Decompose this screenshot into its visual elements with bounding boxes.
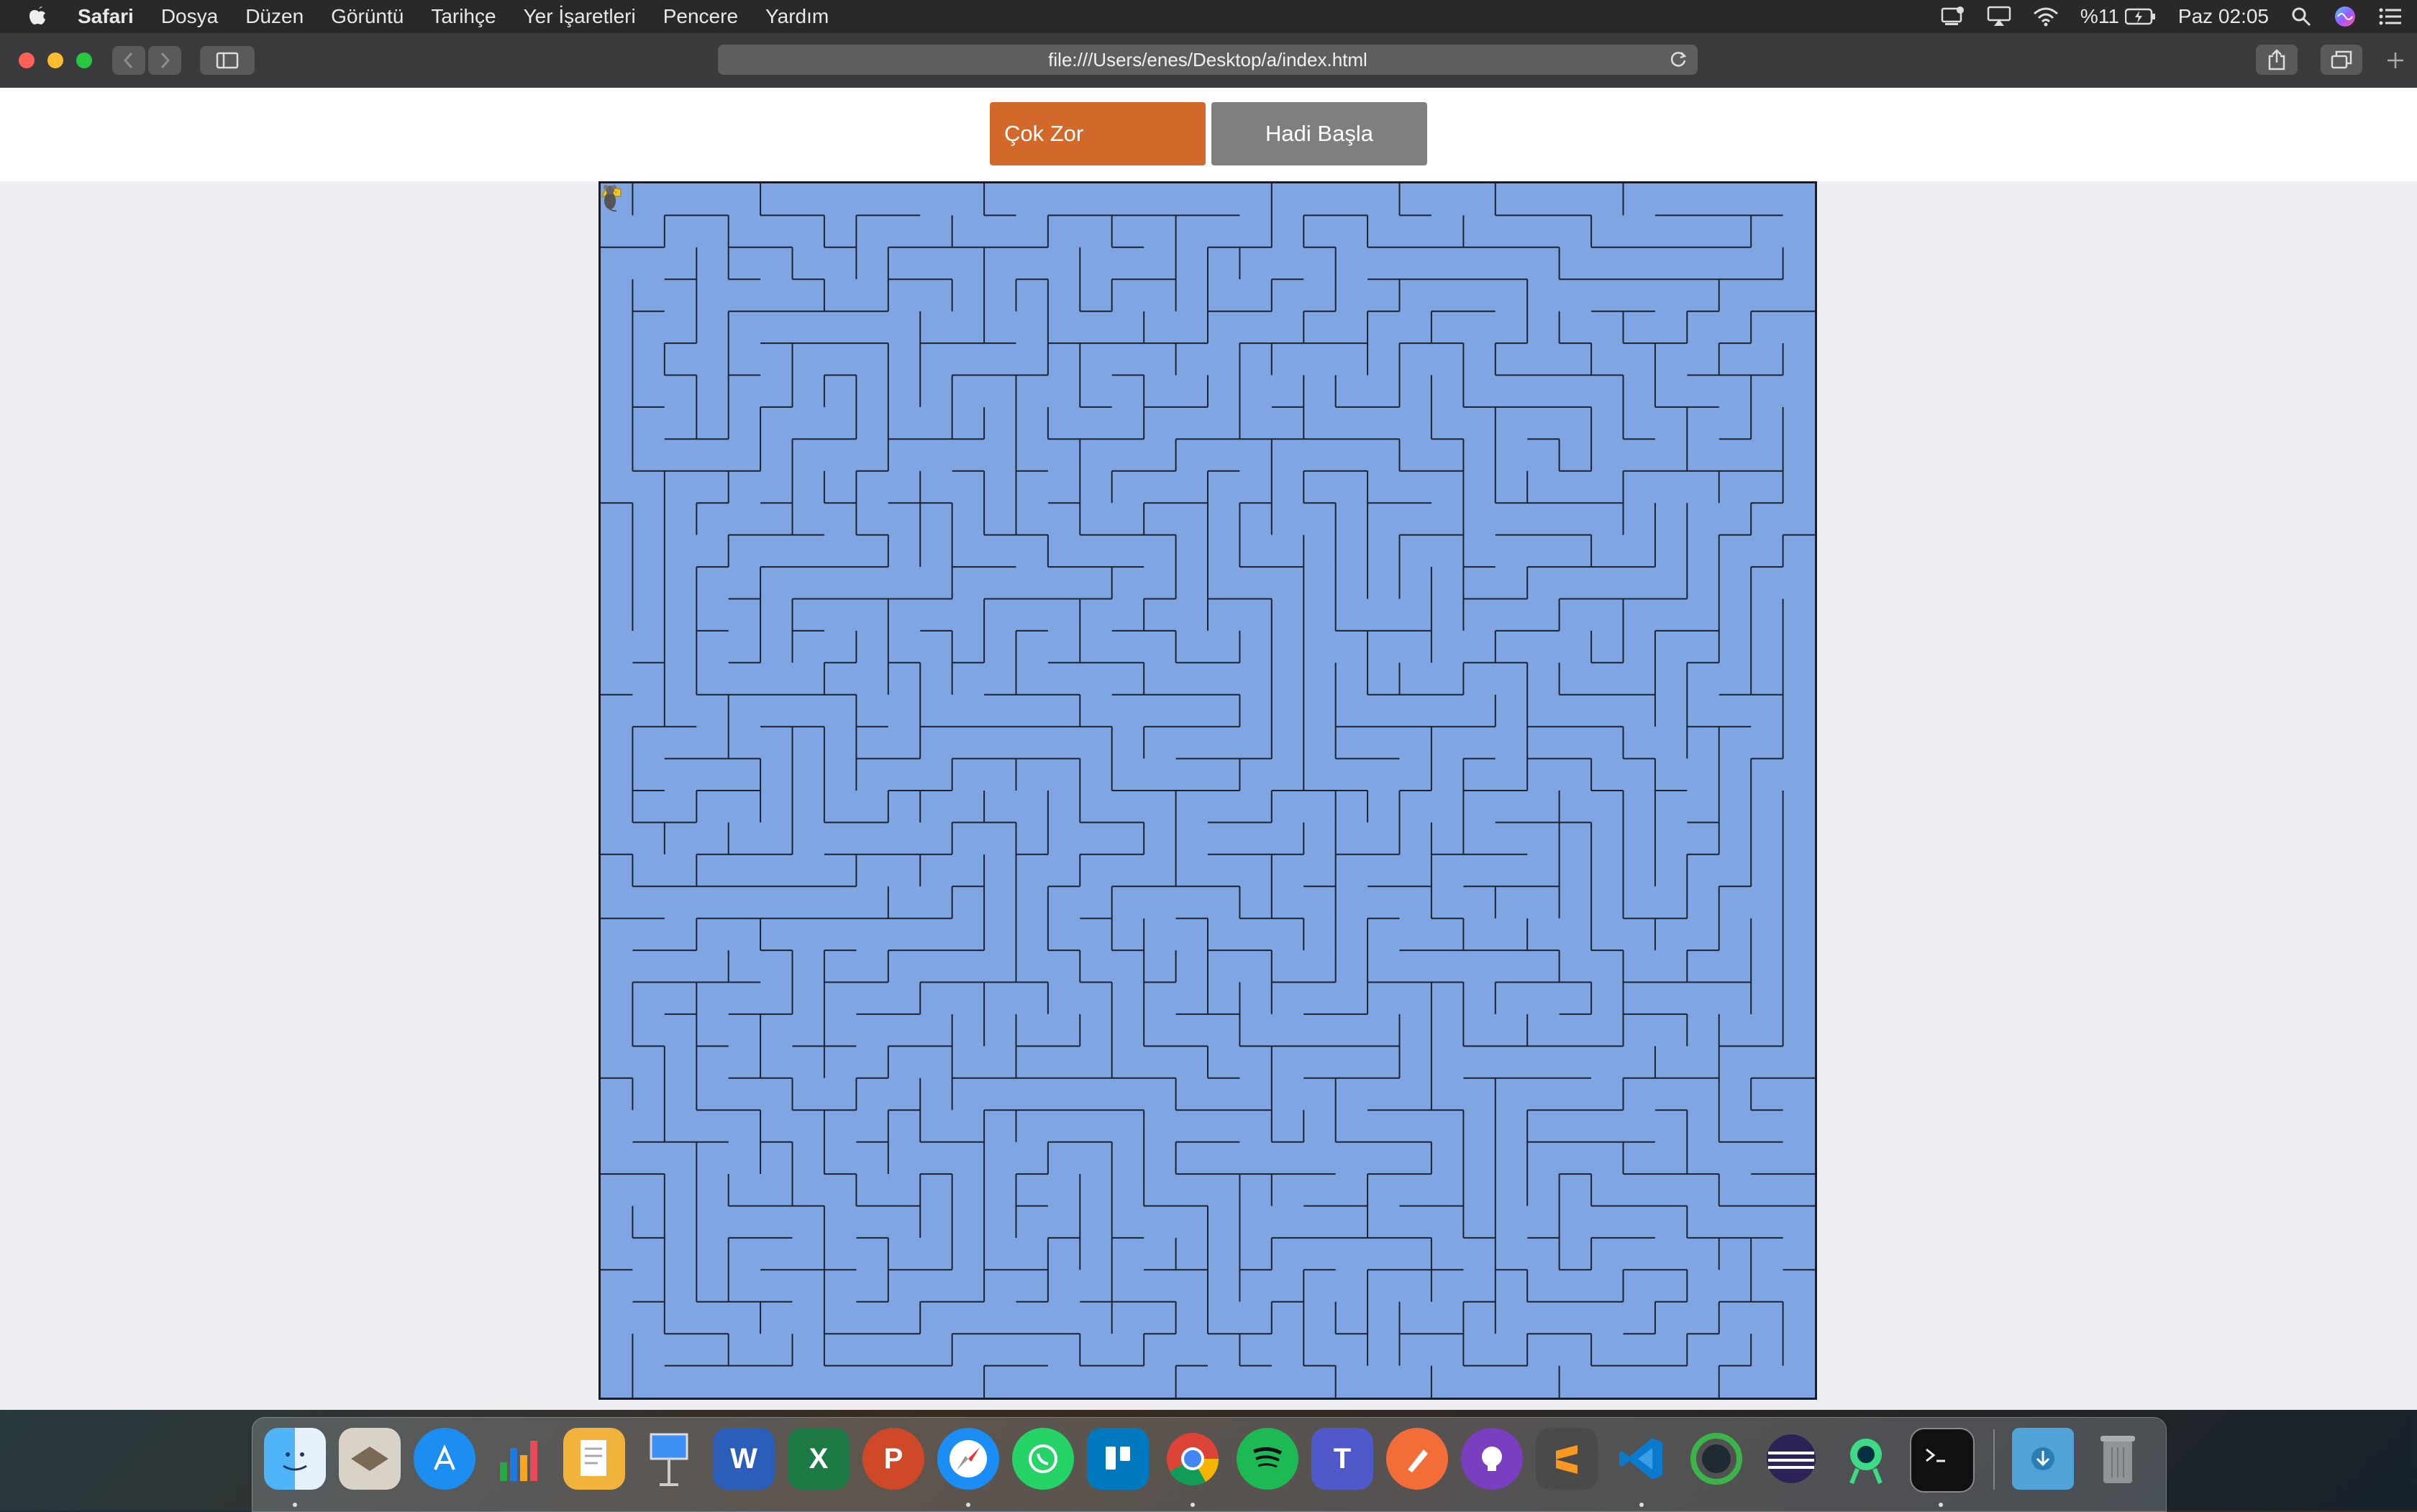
sublime-text-icon[interactable]	[1536, 1428, 1598, 1490]
difficulty-label: Çok Zor	[1004, 121, 1084, 146]
url-text: file:///Users/enes/Desktop/a/index.html	[1048, 48, 1367, 70]
clock[interactable]: Paz 02:05	[2178, 5, 2269, 28]
zoom-window-button[interactable]	[76, 53, 92, 68]
numbers-icon[interactable]	[488, 1428, 550, 1490]
dock-separator	[1993, 1429, 1995, 1490]
running-indicator	[1939, 1503, 1943, 1507]
menu-bar: Safari Dosya Düzen Görüntü Tarihçe Yer İ…	[0, 0, 2417, 33]
mail-icon[interactable]	[339, 1428, 401, 1490]
running-indicator	[1191, 1503, 1195, 1507]
vscode-icon[interactable]	[1611, 1428, 1672, 1490]
finder-icon[interactable]	[264, 1428, 326, 1490]
forward-button[interactable]	[148, 46, 181, 75]
sidebar-button[interactable]	[200, 46, 255, 75]
start-button[interactable]: Hadi Başla	[1211, 102, 1427, 165]
web-page: Çok Zor Hadi Başla	[0, 88, 2417, 1410]
reload-icon[interactable]	[1669, 50, 1688, 69]
battery-icon[interactable]	[2124, 8, 2157, 25]
menu-pencere[interactable]: Pencere	[663, 5, 738, 28]
close-window-button[interactable]	[19, 53, 35, 68]
running-indicator	[293, 1503, 297, 1507]
apple-icon[interactable]	[27, 4, 49, 27]
trello-icon[interactable]	[1087, 1428, 1149, 1490]
difficulty-button[interactable]: Çok Zor	[990, 102, 1206, 165]
start-label: Hadi Başla	[1265, 121, 1373, 146]
address-bar[interactable]: file:///Users/enes/Desktop/a/index.html	[718, 45, 1698, 75]
android-studio-icon[interactable]	[1685, 1428, 1747, 1490]
safari-icon[interactable]	[937, 1428, 999, 1490]
safari-window: file:///Users/enes/Desktop/a/index.html …	[0, 33, 2417, 1410]
menu-tarihce[interactable]: Tarihçe	[431, 5, 496, 28]
battery-percent: %11	[2080, 5, 2119, 27]
maze-walls	[601, 183, 1815, 1398]
controls-bar	[0, 88, 2417, 181]
airplay-icon[interactable]	[1987, 6, 2011, 27]
notification-icon[interactable]	[1941, 6, 1965, 27]
dock: W X P T	[252, 1417, 2167, 1512]
word-icon[interactable]: W	[713, 1428, 775, 1490]
notification-center-icon[interactable]	[2378, 6, 2403, 27]
tab-overview-button[interactable]	[2321, 45, 2362, 75]
paw-icon[interactable]	[1386, 1428, 1448, 1490]
minimize-window-button[interactable]	[47, 53, 63, 68]
siri-icon[interactable]	[2334, 5, 2357, 28]
menu-yer-isaretleri[interactable]: Yer İşaretleri	[524, 5, 636, 28]
teams-icon[interactable]: T	[1311, 1428, 1373, 1490]
sidebar-icon	[216, 52, 239, 69]
chevron-left-icon	[123, 52, 133, 69]
tabs-icon	[2331, 50, 2352, 69]
excel-icon[interactable]: X	[788, 1428, 850, 1490]
eclipse-icon[interactable]	[1760, 1428, 1822, 1490]
chrome-icon[interactable]	[1162, 1428, 1224, 1490]
android-studio-alt-icon[interactable]	[1835, 1428, 1897, 1490]
chevron-right-icon	[160, 52, 170, 69]
trash-icon[interactable]	[2087, 1428, 2149, 1490]
downloads-folder-icon[interactable]	[2012, 1428, 2074, 1490]
menu-duzen[interactable]: Düzen	[245, 5, 304, 28]
back-button[interactable]	[112, 46, 145, 75]
share-button[interactable]	[2256, 45, 2298, 75]
menu-goruntu[interactable]: Görüntü	[331, 5, 404, 28]
app-store-icon[interactable]	[414, 1428, 475, 1490]
menu-dosya[interactable]: Dosya	[161, 5, 218, 28]
menu-yardim[interactable]: Yardım	[765, 5, 829, 28]
spotify-icon[interactable]	[1237, 1428, 1298, 1490]
wifi-icon[interactable]	[2033, 6, 2059, 27]
plus-icon	[2388, 53, 2403, 68]
pages-icon[interactable]	[563, 1428, 625, 1490]
terminal-icon[interactable]	[1910, 1428, 1975, 1493]
powerpoint-icon[interactable]: P	[862, 1428, 924, 1490]
spotlight-search-icon[interactable]	[2290, 6, 2312, 27]
browser-toolbar: file:///Users/enes/Desktop/a/index.html	[0, 33, 2417, 89]
keynote-icon[interactable]	[638, 1428, 700, 1490]
new-tab-button[interactable]	[2381, 46, 2410, 75]
menu-safari[interactable]: Safari	[78, 5, 134, 28]
share-icon	[2268, 49, 2285, 70]
maze-wall-lines	[601, 183, 1815, 1398]
running-indicator	[966, 1503, 970, 1507]
running-indicator	[1639, 1503, 1644, 1507]
maze-board[interactable]	[598, 181, 1817, 1400]
github-desktop-icon[interactable]	[1461, 1428, 1523, 1490]
whatsapp-icon[interactable]	[1012, 1428, 1074, 1490]
mouse-player-icon	[604, 185, 617, 211]
